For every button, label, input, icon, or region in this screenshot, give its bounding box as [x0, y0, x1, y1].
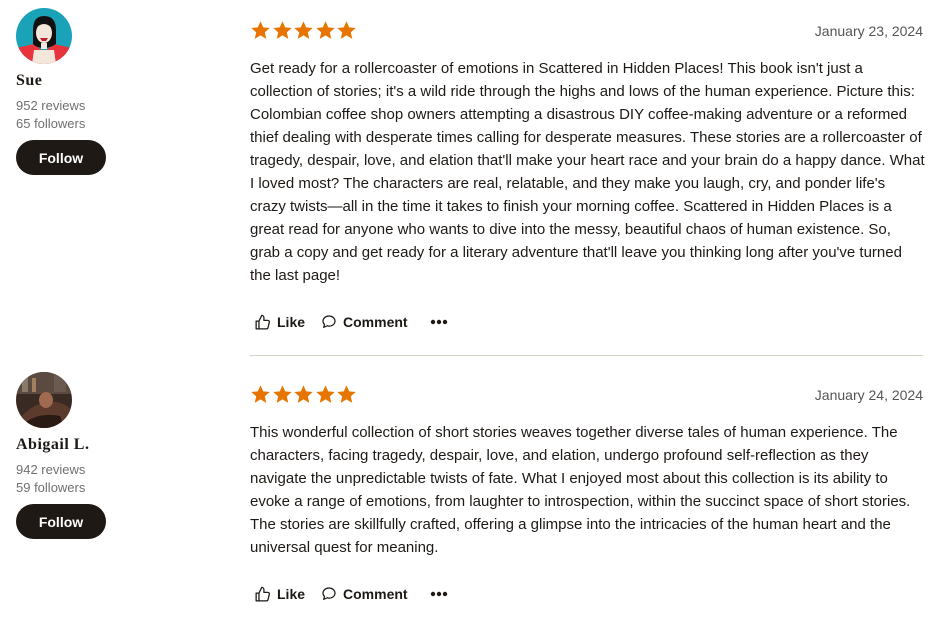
review-header: January 23, 2024: [250, 20, 923, 44]
reviewer-name[interactable]: Sue: [16, 71, 216, 91]
more-horizontal-icon: [430, 319, 447, 325]
comment-bubble-icon: [322, 315, 336, 328]
star-icon: [272, 21, 292, 39]
comment-label: Comment: [343, 314, 408, 330]
reviewer-panel: Sue 952 reviews 65 followers Follow: [16, 8, 216, 175]
reviewer-review-count: 952 reviews: [16, 98, 86, 113]
avatar-image: [16, 372, 72, 428]
star-icon: [337, 385, 356, 403]
comment-label: Comment: [343, 586, 408, 602]
star-rating: [250, 20, 358, 41]
comment-button[interactable]: Comment: [321, 586, 408, 602]
review-text: Get ready for a rollercoaster of emotion…: [250, 60, 925, 284]
thumbs-up-icon: [255, 586, 270, 602]
star-icon: [315, 21, 335, 39]
comment-button[interactable]: Comment: [321, 314, 408, 330]
review-date[interactable]: January 24, 2024: [815, 387, 923, 403]
star-icon: [272, 385, 292, 403]
star-icon: [294, 21, 313, 39]
more-options-button[interactable]: [430, 319, 454, 325]
review-content: January 23, 2024 Get ready for a rollerc…: [250, 20, 925, 287]
avatar[interactable]: [16, 372, 72, 428]
star-icon: [337, 21, 356, 39]
follow-button[interactable]: Follow: [16, 140, 106, 175]
like-button[interactable]: Like: [254, 586, 305, 603]
reviewer-stats: 952 reviews 65 followers: [16, 97, 216, 133]
review-date[interactable]: January 23, 2024: [815, 23, 923, 39]
review-content: January 24, 2024 This wonderful collecti…: [250, 384, 923, 559]
like-label: Like: [277, 586, 306, 602]
star-icon: [251, 385, 270, 403]
reviewer-panel: Abigail L. 942 reviews 59 followers Foll…: [16, 372, 216, 539]
reviewer-follower-count: 65 followers: [16, 116, 86, 131]
like-label: Like: [277, 314, 306, 330]
reviewer-stats: 942 reviews 59 followers: [16, 461, 216, 497]
review-actions: Like Comment: [250, 310, 923, 334]
reviewer-name[interactable]: Abigail L.: [16, 435, 216, 455]
avatar[interactable]: [16, 8, 72, 64]
more-options-button[interactable]: [430, 591, 454, 597]
comment-bubble-icon: [322, 587, 336, 600]
reviewer-follower-count: 59 followers: [16, 480, 86, 495]
thumbs-up-icon: [255, 314, 270, 330]
star-icon: [315, 385, 335, 403]
reviewer-review-count: 942 reviews: [16, 462, 86, 477]
star-icon: [294, 385, 313, 403]
avatar-image: [16, 8, 72, 64]
review-actions: Like Comment: [250, 582, 923, 606]
more-horizontal-icon: [430, 591, 447, 597]
review-divider: [250, 355, 923, 356]
review-header: January 24, 2024: [250, 384, 923, 408]
like-button[interactable]: Like: [254, 314, 305, 331]
star-icon: [251, 21, 270, 39]
star-rating: [250, 384, 358, 405]
follow-button[interactable]: Follow: [16, 504, 106, 539]
review-text: This wonderful collection of short stori…: [250, 424, 911, 556]
